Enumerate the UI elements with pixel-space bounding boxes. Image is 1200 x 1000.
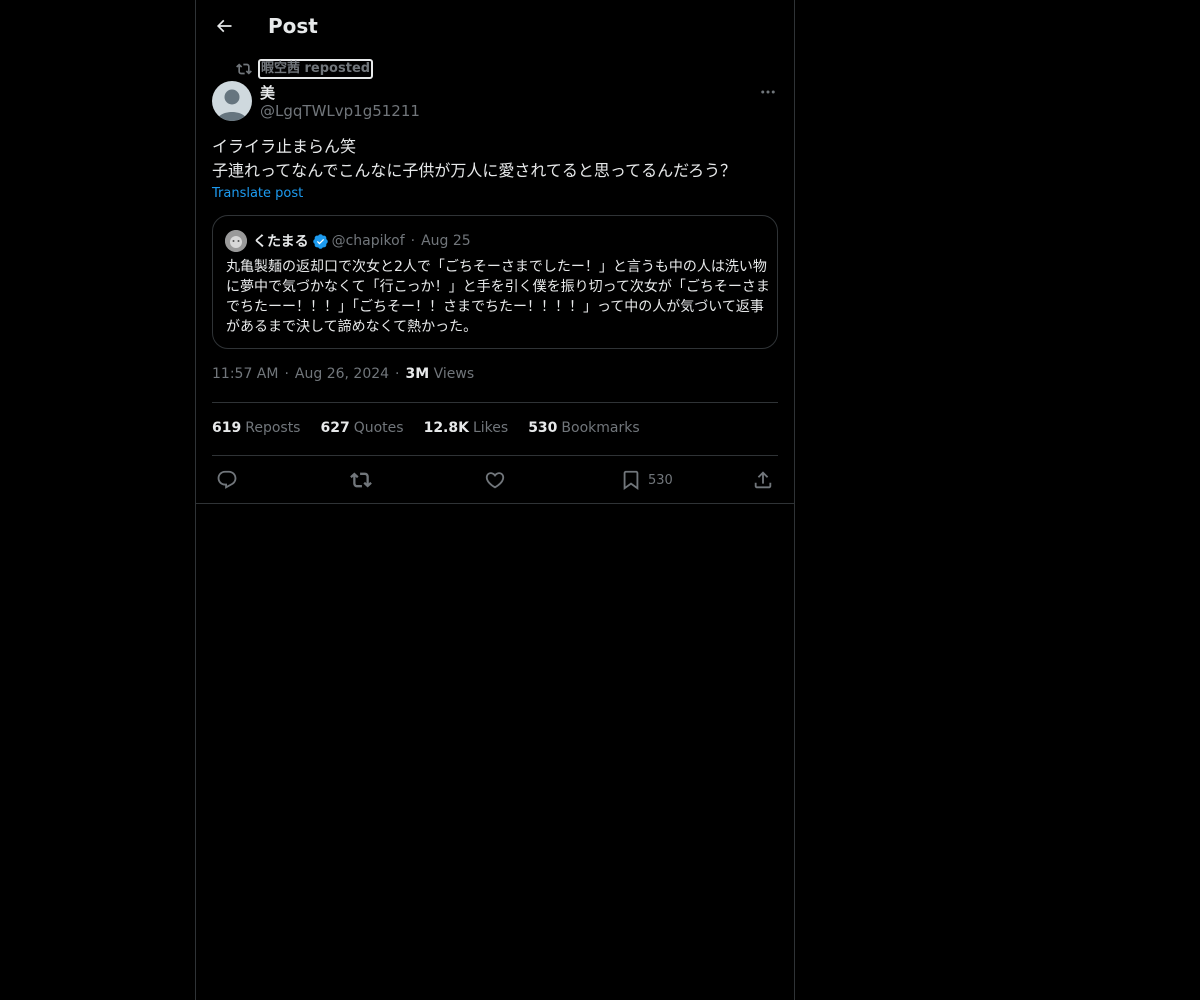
quoted-author-avatar [225,230,247,252]
arrow-left-icon [216,19,232,33]
quoted-author-handle: @chapikof [331,233,405,249]
heart-icon [485,472,505,489]
likes-label: Likes [472,420,509,436]
author-handle[interactable]: @LgqTWLvp1g51211 [260,102,420,120]
quoted-post-header: くたまる @chapikof · Aug 25 [225,229,471,253]
views-count: 3M [405,366,430,382]
reposts-label: Reposts [245,420,301,436]
reposts-stat[interactable]: 619 Reposts [212,420,300,436]
quoted-author-name: くたまる [253,234,309,250]
separator-dot: · [284,366,289,382]
translate-post-link[interactable]: Translate post [212,186,303,201]
bookmark-button[interactable]: 530 [620,466,673,494]
author-name[interactable]: 美 [260,82,275,103]
page-title: Post [268,14,318,38]
quotes-stat[interactable]: 627 Quotes [320,420,403,436]
post-text: イライラ止まらん笑 子連れってなんでこんなに子供が万人に愛されてると思ってるんだ… [212,135,778,183]
engagement-stats: 619 Reposts 627 Quotes 12.8K Likes 530 Bookm… [212,420,660,436]
repost-context: 暇空茜 reposted [236,59,374,79]
reposts-count: 619 [212,420,242,436]
divider [196,503,794,504]
top-bar: Post [196,0,794,54]
divider [212,455,778,456]
separator-dot: · [395,366,400,382]
separator-dot: · [410,233,416,249]
post-text-line: イライラ止まらん笑 [212,137,357,156]
repost-icon [350,472,372,488]
default-avatar-icon [217,89,247,121]
post-text-line: 子連れってなんでこんなに子供が万人に愛されてると思ってるんだろう？ [212,161,737,180]
repost-by-link[interactable]: 暇空茜 reposted [258,59,374,79]
post-date[interactable]: Aug 26, 2024 [295,366,389,382]
reply-button[interactable] [216,466,238,494]
more-dots-icon [761,90,775,94]
quoted-post-card[interactable]: くたまる @chapikof · Aug 25 丸亀製麺の返却口で次女と2人で「… [212,215,778,349]
repost-icon [236,63,252,75]
author-avatar[interactable] [212,81,252,121]
cat-avatar-icon [225,230,247,252]
like-button[interactable] [484,466,506,494]
bookmark-count: 530 [648,472,673,488]
quotes-label: Quotes [353,420,404,436]
share-button[interactable] [752,466,774,494]
post-meta: 11:57 AM · Aug 26, 2024 · 3M Views [212,366,474,382]
quoted-post-date: Aug 25 [421,233,471,249]
primary-column: Post 暇空茜 reposted 美 @LgqTWLvp1g51211 イライ… [195,0,795,1000]
share-icon [754,471,772,489]
repost-button[interactable] [350,466,372,494]
verified-badge-icon [312,233,329,250]
likes-count: 12.8K [423,420,469,436]
bookmarks-stat[interactable]: 530 Bookmarks [528,420,639,436]
reply-icon [217,470,237,489]
back-button[interactable] [206,8,242,44]
bookmark-icon [623,470,639,491]
bookmarks-label: Bookmarks [561,420,640,436]
divider [212,402,778,403]
views-label: Views [433,366,475,382]
bookmarks-count: 530 [528,420,558,436]
post-time[interactable]: 11:57 AM [212,366,278,382]
quoted-post-text: 丸亀製麺の返却口で次女と2人で「ごちそーさまでしたー！」と言うも中の人は洗い物に… [226,259,770,335]
more-options-button[interactable] [756,80,780,104]
likes-stat[interactable]: 12.8K Likes [424,420,509,436]
quotes-count: 627 [320,420,350,436]
